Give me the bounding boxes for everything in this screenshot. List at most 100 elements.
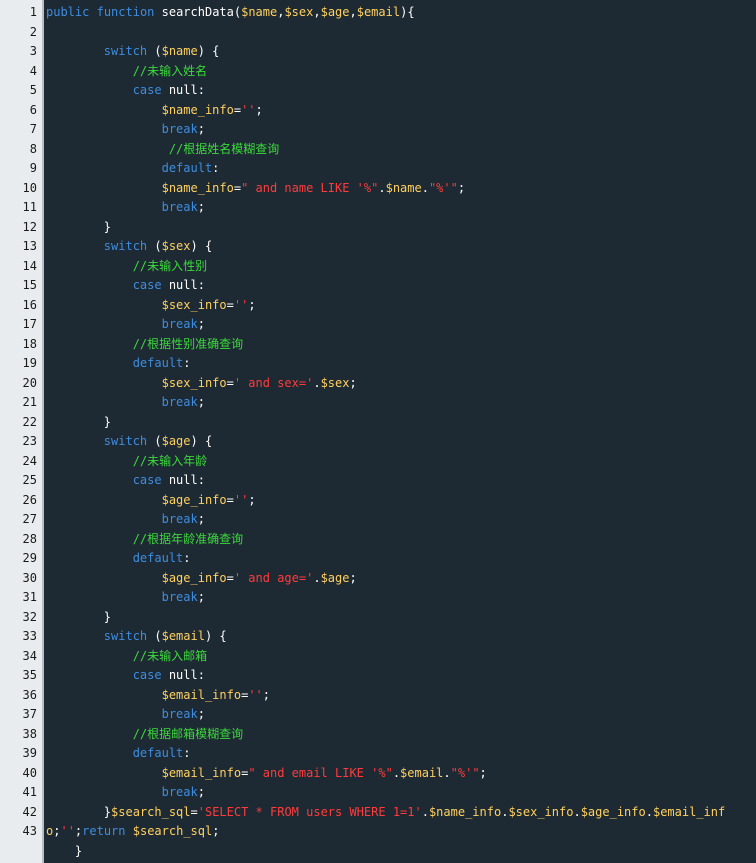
code-token-var: $search_sql [111, 804, 191, 819]
line-number: 36 [22, 687, 37, 702]
code-line: $name_info=''; [46, 101, 756, 120]
code-token-var: $search_sql [132, 824, 213, 838]
code-token-plain: ; [197, 122, 205, 136]
code-token-var: $age [320, 5, 350, 19]
code-token-plain: : [183, 551, 191, 565]
code-line: break; [46, 315, 756, 334]
code-token-var: $name [161, 44, 198, 58]
line-number: 42 [22, 804, 37, 819]
line-number: 12 [22, 219, 37, 234]
code-token-comment: //未输入邮箱 [132, 648, 208, 663]
code-line: break; [46, 198, 756, 217]
code-token-plain: ; [349, 570, 357, 585]
line-number-gutter: 1 2 3 4 5 6 7 8 9 10 11 12 13 14 15 16 17 18 19 20 21 22 23 24 2… [0, 0, 44, 863]
code-token-var: $sex_info [161, 375, 227, 390]
code-token-var: $email_info [161, 765, 242, 780]
code-line: //未输入性别 [46, 257, 756, 276]
code-line: //未输入姓名 [46, 62, 756, 81]
code-token-string: "%'" [450, 765, 480, 780]
code-token-comment: //根据邮箱模糊查询 [132, 726, 244, 741]
line-number: 16 [22, 297, 37, 312]
code-token-comment: //未输入年龄 [132, 453, 208, 468]
line-number: 20 [22, 375, 37, 390]
line-number: 11 [22, 200, 37, 214]
code-token-comment: //根据姓名模糊查询 [168, 141, 280, 156]
code-token-var: $age_info [161, 570, 227, 585]
line-number: 9 [29, 161, 37, 175]
line-number: 17 [22, 317, 37, 331]
code-token-plain: ; [197, 785, 205, 799]
code-token-string: '' [241, 102, 256, 117]
code-line: }$search_sql='SELECT * FROM users WHERE … [46, 803, 756, 822]
code-token-plain: ( [147, 629, 162, 643]
code-token-var: $email_inf [652, 804, 726, 819]
line-number: 14 [22, 258, 37, 273]
code-line: break; [46, 393, 756, 412]
line-number: 18 [22, 336, 37, 351]
code-token-var: $age [320, 570, 350, 585]
code-token-plain: = [190, 804, 198, 819]
code-token-keyword: switch [103, 434, 148, 448]
code-token-comment: //根据年龄准确查询 [132, 531, 244, 546]
code-token-plain: ; [349, 375, 357, 390]
code-token-var: $name_info [161, 180, 234, 195]
code-line: } [46, 218, 756, 237]
code-token-plain: ) { [190, 434, 213, 448]
code-token-plain: : [183, 356, 191, 370]
code-token-var: $age [161, 434, 191, 448]
line-number: 40 [22, 765, 37, 780]
code-line: public function searchData($name,$sex,$a… [46, 3, 756, 22]
line-number: 1 [29, 5, 37, 19]
line-number: 35 [22, 668, 37, 682]
code-line: break; [46, 120, 756, 139]
code-token-keyword: default [132, 746, 184, 760]
code-token-var: $sex_info [508, 804, 574, 819]
code-area[interactable]: public function searchData($name,$sex,$a… [46, 0, 756, 863]
code-line: //未输入邮箱 [46, 647, 756, 666]
code-token-plain: ; [479, 765, 487, 780]
code-token-var: $sex_info [161, 297, 227, 312]
line-number: 21 [22, 395, 37, 409]
code-token-keyword: switch [103, 239, 148, 253]
code-token-keyword: switch [103, 629, 148, 643]
code-token-keyword: case [132, 473, 162, 487]
code-line: } [46, 413, 756, 432]
line-number: 32 [22, 609, 37, 624]
code-token-plain: } [46, 414, 112, 429]
line-number: 7 [29, 122, 37, 136]
line-number: 39 [22, 746, 37, 760]
code-token-plain: } [46, 804, 112, 819]
code-token-plain: = [233, 180, 242, 195]
code-token-plain: : [183, 746, 191, 760]
code-token-plain: searchData( [154, 5, 242, 19]
code-line: $age_info=''; [46, 491, 756, 510]
line-number: 25 [22, 473, 37, 487]
line-number: 24 [22, 453, 37, 468]
code-token-plain: null: [161, 83, 205, 97]
code-token-plain: , [349, 5, 357, 19]
code-token-plain: = [226, 375, 234, 390]
code-line: $age_info=' and age='.$age; [46, 569, 756, 588]
line-number: 29 [22, 551, 37, 565]
code-line: default: [46, 159, 756, 178]
code-editor[interactable]: 1 2 3 4 5 6 7 8 9 10 11 12 13 14 15 16 17 18 19 20 21 22 23 24 2… [0, 0, 756, 863]
code-token-string: " and email LIKE '%" [248, 765, 393, 780]
line-number: 43 [22, 824, 37, 838]
line-number: 10 [22, 180, 37, 195]
code-line: default: [46, 744, 756, 763]
code-token-string: '' [60, 824, 75, 838]
